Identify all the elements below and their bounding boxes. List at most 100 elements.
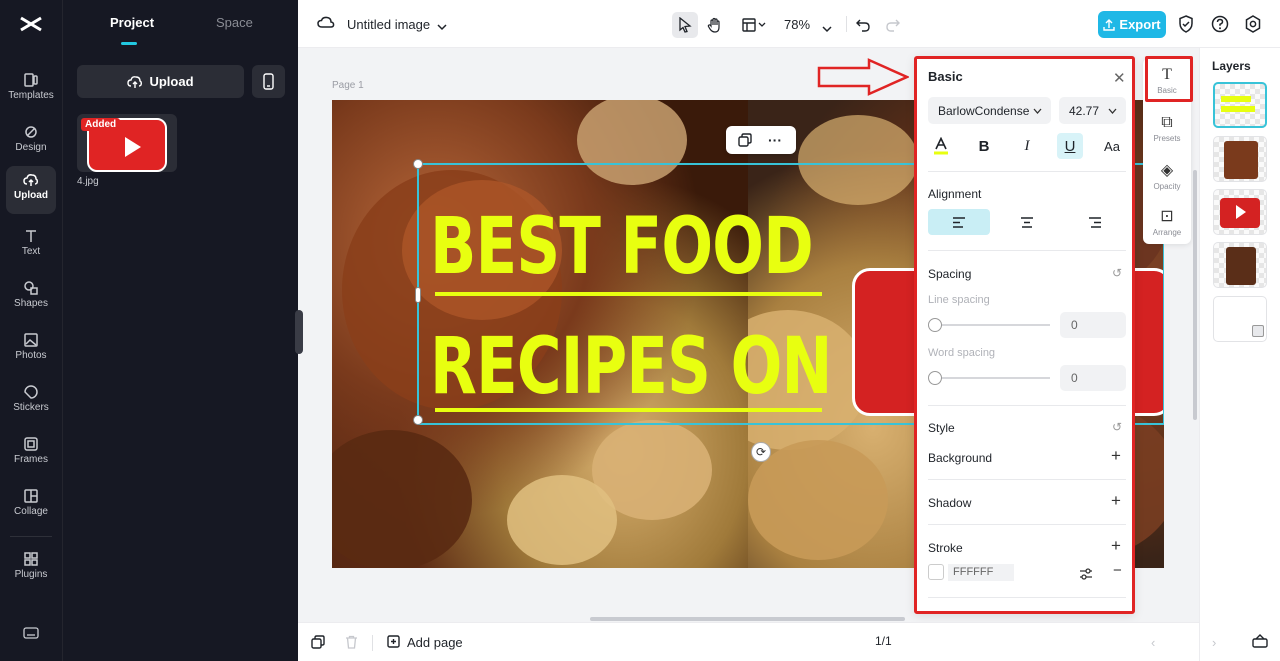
- tab-space[interactable]: Space: [216, 15, 253, 30]
- zoom-level[interactable]: 78%: [784, 17, 810, 32]
- minibar-presets[interactable]: ⧉ Presets: [1143, 114, 1191, 143]
- added-badge: Added: [81, 118, 121, 131]
- minibar-arrange[interactable]: ⊡ Arrange: [1143, 206, 1191, 237]
- mobile-upload-button[interactable]: [252, 65, 285, 98]
- line-spacing-input[interactable]: 0: [1060, 312, 1126, 338]
- thumb-filename: 4.jpg: [77, 176, 99, 187]
- settings-gear-icon[interactable]: [1244, 15, 1262, 38]
- rail-item-label: Upload: [14, 190, 48, 201]
- align-left-button[interactable]: [928, 209, 990, 235]
- next-page-icon[interactable]: ›: [1212, 635, 1216, 650]
- duplicate-icon[interactable]: [738, 133, 752, 152]
- slider-knob[interactable]: [928, 318, 942, 332]
- upload-button[interactable]: Upload: [77, 65, 244, 98]
- divider: [928, 524, 1126, 525]
- rail-item-collage[interactable]: Collage: [6, 482, 56, 530]
- rail-item-photos[interactable]: Photos: [6, 326, 56, 374]
- add-stroke-icon[interactable]: +: [1111, 536, 1121, 556]
- vertical-scrollbar[interactable]: [1193, 170, 1197, 420]
- rail-item-design[interactable]: Design: [6, 118, 56, 166]
- rail-item-plugins[interactable]: Plugins: [6, 545, 56, 593]
- opacity-drop-icon: ◈: [1160, 162, 1174, 179]
- templates-icon: [24, 73, 38, 87]
- uploaded-image-thumb[interactable]: Added: [77, 114, 177, 172]
- slider-knob[interactable]: [928, 371, 942, 385]
- add-background-icon[interactable]: +: [1111, 446, 1121, 466]
- font-family-dropdown[interactable]: BarlowCondense: [928, 97, 1051, 124]
- layer-text[interactable]: [1213, 82, 1267, 128]
- layer-background[interactable]: [1213, 296, 1267, 342]
- rail-item-label: Templates: [8, 90, 54, 101]
- alignment-label: Alignment: [928, 187, 982, 201]
- undo-button[interactable]: [850, 12, 876, 38]
- layer-photo-1[interactable]: [1213, 136, 1267, 182]
- prev-page-icon[interactable]: ‹: [1151, 635, 1155, 650]
- rotate-handle-icon[interactable]: ⟳: [751, 442, 771, 462]
- resize-handle-top-left[interactable]: [413, 159, 423, 169]
- font-size-dropdown[interactable]: 42.77: [1059, 97, 1126, 124]
- page-panel-toggle-icon[interactable]: [1252, 634, 1268, 653]
- bold-icon[interactable]: B: [971, 133, 997, 159]
- rail-item-label: Photos: [15, 350, 47, 361]
- floating-toolbar: ···: [726, 126, 796, 154]
- minibar-opacity[interactable]: ◈ Opacity: [1143, 160, 1191, 191]
- underline-icon[interactable]: U: [1057, 133, 1083, 159]
- rail-item-stickers[interactable]: Stickers: [6, 378, 56, 426]
- rail-item-templates[interactable]: Templates: [6, 66, 56, 114]
- chevron-down-icon: [1033, 108, 1042, 114]
- keyboard-icon[interactable]: [23, 626, 39, 639]
- panel-collapse-handle[interactable]: [295, 310, 303, 354]
- layer-youtube[interactable]: [1213, 189, 1267, 235]
- rail-item-frames[interactable]: Frames: [6, 430, 56, 478]
- delete-page-icon[interactable]: [345, 635, 358, 654]
- duplicate-page-icon[interactable]: [311, 635, 325, 654]
- stroke-color-swatch[interactable]: [928, 564, 944, 580]
- rail-item-upload[interactable]: Upload: [6, 166, 56, 214]
- collage-icon: [24, 489, 38, 503]
- project-panel: Project Space Upload Added 4.jpg: [63, 0, 298, 661]
- word-spacing-slider[interactable]: [928, 371, 1050, 385]
- shield-icon[interactable]: [1178, 15, 1194, 38]
- text-case-icon[interactable]: Aa: [1099, 133, 1125, 159]
- resize-handle-bottom-left[interactable]: [413, 415, 423, 425]
- photos-icon: [24, 333, 38, 347]
- hand-tool-button[interactable]: [702, 12, 728, 38]
- reset-spacing-icon[interactable]: ↺: [1112, 266, 1122, 280]
- rail-item-text[interactable]: Text: [6, 222, 56, 270]
- resize-handle-left[interactable]: [415, 287, 421, 303]
- layer-photo-2[interactable]: [1213, 242, 1267, 288]
- line-spacing-slider[interactable]: [928, 318, 1050, 332]
- align-center-button[interactable]: [996, 209, 1058, 235]
- select-tool-button[interactable]: [672, 12, 698, 38]
- more-options-icon[interactable]: ···: [768, 132, 782, 148]
- tab-project[interactable]: Project: [110, 15, 154, 30]
- italic-icon[interactable]: I: [1014, 133, 1040, 159]
- cloud-sync-icon[interactable]: [317, 15, 335, 31]
- horizontal-scrollbar[interactable]: [590, 617, 905, 621]
- redo-button[interactable]: [880, 12, 906, 38]
- close-icon[interactable]: ✕: [1113, 69, 1126, 87]
- remove-stroke-icon[interactable]: −: [1113, 562, 1122, 579]
- shapes-icon: [24, 281, 38, 295]
- text-color-button[interactable]: [928, 133, 954, 159]
- export-button[interactable]: Export: [1098, 11, 1166, 38]
- stroke-color-input[interactable]: FFFFFF: [948, 564, 1014, 581]
- layout-menu-button[interactable]: [738, 12, 772, 38]
- chevron-down-icon[interactable]: [437, 18, 447, 36]
- minibar-opacity-label: Opacity: [1153, 182, 1181, 191]
- upload-icon: [23, 174, 39, 186]
- reset-style-icon[interactable]: ↺: [1112, 420, 1122, 434]
- capcut-logo-icon[interactable]: [18, 14, 44, 36]
- help-icon[interactable]: [1211, 15, 1229, 38]
- align-right-button[interactable]: [1064, 209, 1126, 235]
- word-spacing-input[interactable]: 0: [1060, 365, 1126, 391]
- adjust-sliders-icon[interactable]: [1079, 567, 1093, 585]
- rail-item-shapes[interactable]: Shapes: [6, 274, 56, 322]
- zoom-chevron-icon[interactable]: [822, 20, 832, 38]
- line-spacing-label: Line spacing: [928, 294, 990, 306]
- add-page-button[interactable]: Add page: [387, 635, 463, 650]
- add-shadow-icon[interactable]: +: [1111, 491, 1121, 511]
- add-page-label: Add page: [407, 635, 463, 650]
- shadow-label: Shadow: [928, 496, 972, 510]
- document-title[interactable]: Untitled image: [347, 17, 430, 32]
